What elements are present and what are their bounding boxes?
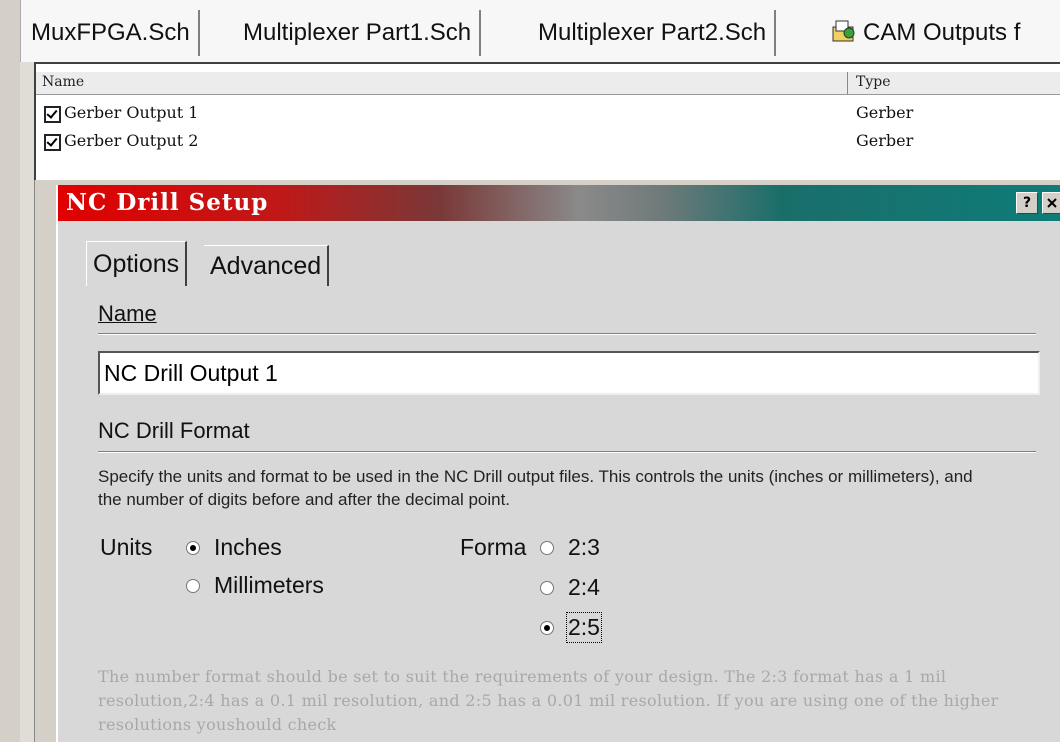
cam-outputs-icon (832, 20, 855, 42)
format-2-5-label[interactable]: 2:5 (566, 612, 602, 643)
units-inches-label[interactable]: Inches (214, 534, 282, 561)
close-icon (1047, 198, 1057, 208)
name-section-label: Name (98, 301, 157, 326)
list-header: Name Type (36, 72, 1060, 95)
column-header-type[interactable]: Type (856, 74, 891, 90)
list-item[interactable]: Gerber Output 2 Gerber (36, 130, 1060, 156)
format-2-4-radio[interactable] (540, 581, 554, 595)
tab-label: Multiplexer Part1.Sch (243, 19, 472, 46)
output-name: Gerber Output 2 (64, 131, 199, 150)
units-label: Units (100, 534, 153, 560)
column-header-name[interactable]: Name (42, 74, 84, 90)
cam-outputs-list: Name Type Gerber Output 1 Gerber Gerber … (34, 62, 1060, 180)
format-resolution-note: The number format should be set to suit … (98, 667, 999, 734)
format-2-3-label[interactable]: 2:3 (568, 534, 600, 561)
output-type: Gerber (856, 103, 914, 122)
editor-tab-bar: MuxFPGA.Sch Multiplexer Part1.Sch Multip… (20, 0, 1060, 62)
close-button[interactable] (1042, 192, 1060, 214)
list-item[interactable]: Gerber Output 1 Gerber (36, 102, 1060, 128)
section-divider (98, 333, 1036, 335)
tab-cam-outputs[interactable]: CAM Outputs f (831, 10, 1020, 56)
output-name-field[interactable] (98, 351, 1040, 395)
tab-muxfpga[interactable]: MuxFPGA.Sch (31, 10, 200, 56)
format-2-5-radio[interactable] (540, 621, 554, 635)
units-millimeters-radio[interactable] (186, 579, 200, 593)
units-millimeters-label[interactable]: Millimeters (214, 572, 324, 599)
format-section-header: NC Drill Format (98, 418, 250, 443)
tab-label: Multiplexer Part2.Sch (538, 19, 767, 46)
format-description: Specify the units and format to be used … (98, 467, 973, 509)
output-enabled-checkbox[interactable] (44, 134, 61, 151)
tab-advanced[interactable]: Advanced (204, 245, 330, 286)
tab-label: CAM Outputs f (863, 19, 1021, 46)
tab-label: MuxFPGA.Sch (31, 19, 190, 46)
tab-multiplexer-part1[interactable]: Multiplexer Part1.Sch (231, 10, 482, 56)
format-2-4-label[interactable]: 2:4 (568, 574, 600, 601)
output-name: Gerber Output 1 (64, 103, 199, 122)
format-2-3-radio[interactable] (540, 541, 554, 555)
output-enabled-checkbox[interactable] (44, 106, 61, 123)
column-divider[interactable] (847, 72, 848, 94)
window-frame (20, 62, 35, 742)
output-type: Gerber (856, 131, 914, 150)
units-inches-radio[interactable] (186, 541, 200, 555)
format-label: Forma (460, 534, 527, 560)
tab-multiplexer-part2[interactable]: Multiplexer Part2.Sch (526, 10, 777, 56)
section-divider (98, 451, 1036, 453)
dialog-title-bar[interactable]: NC Drill Setup ? (58, 185, 1060, 221)
help-button[interactable]: ? (1016, 192, 1038, 214)
nc-drill-setup-dialog: NC Drill Setup ? Options Advanced Name N… (56, 185, 1060, 742)
dialog-title: NC Drill Setup (66, 189, 269, 216)
tab-options[interactable]: Options (86, 241, 188, 286)
name-section-header: Name (98, 301, 157, 327)
